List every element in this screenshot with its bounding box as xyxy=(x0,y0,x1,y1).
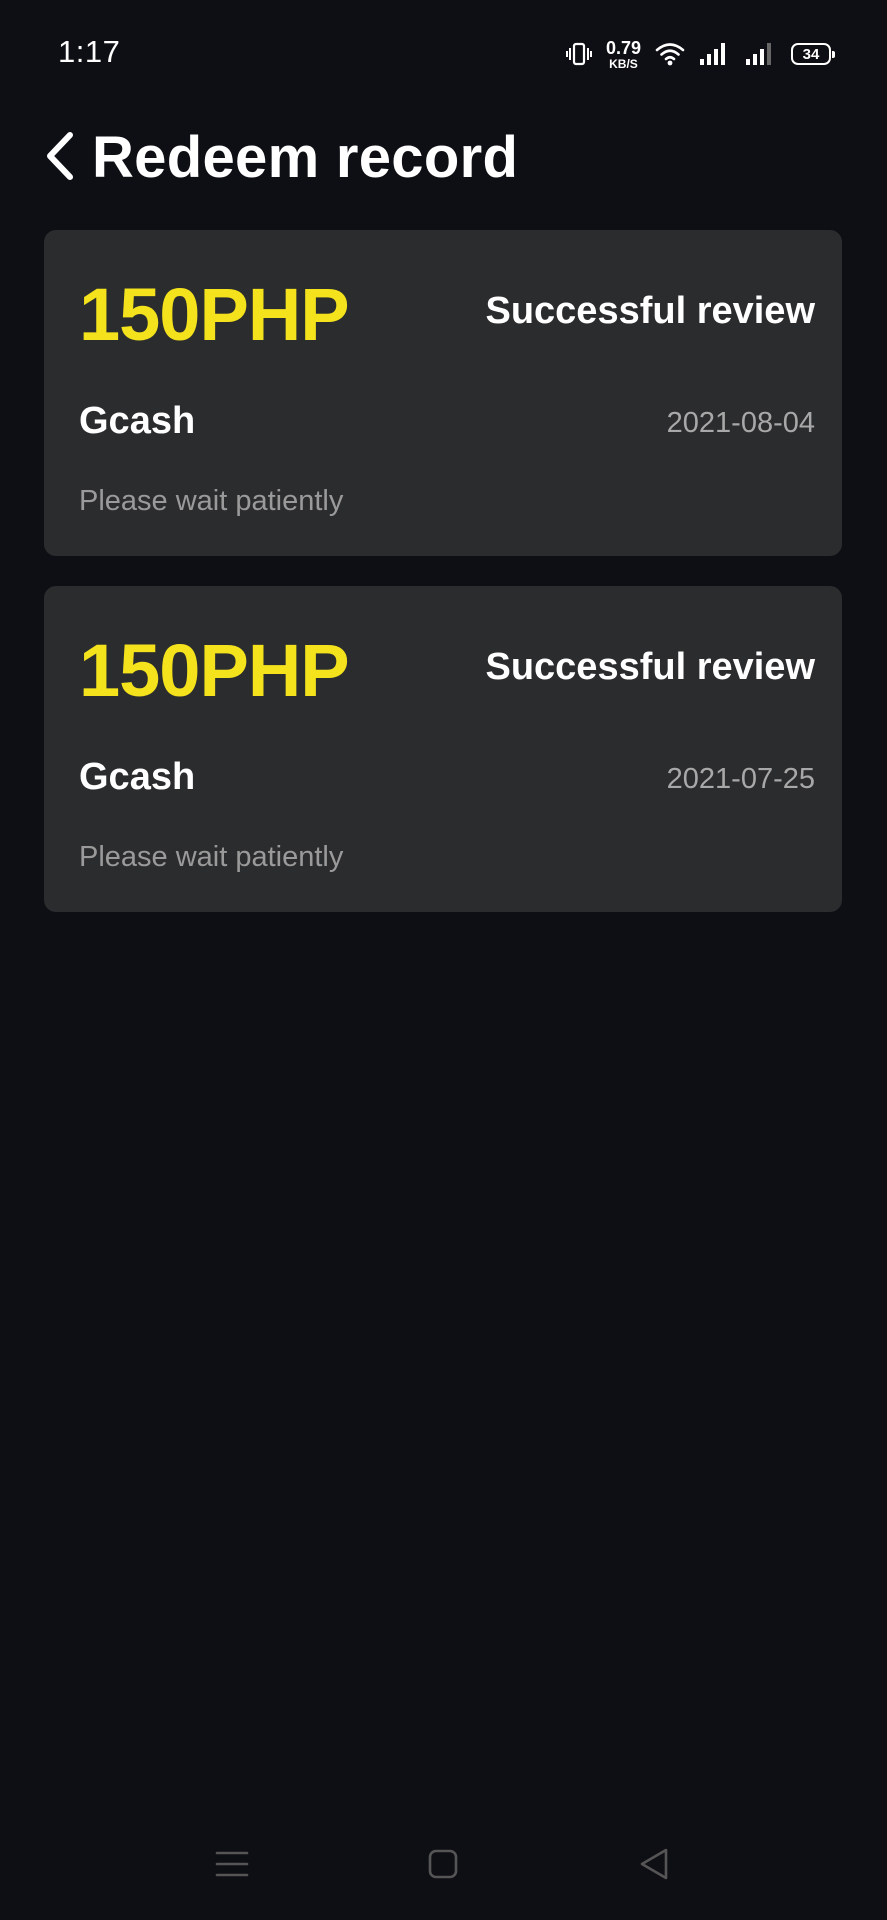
system-navigation-bar xyxy=(0,1830,887,1900)
home-icon xyxy=(427,1848,459,1885)
header: Redeem record xyxy=(0,118,887,198)
record-method: Gcash xyxy=(79,756,196,798)
status-bar: 1:17 0.79 KB/S 34 xyxy=(0,0,887,100)
network-speed: 0.79 KB/S xyxy=(606,39,641,70)
back-triangle-icon xyxy=(638,1847,670,1886)
record-card[interactable]: 150PHP Successful review Gcash 2021-07-2… xyxy=(44,586,842,912)
page-title: Redeem record xyxy=(92,125,519,190)
menu-icon xyxy=(215,1849,249,1884)
redeem-record-list: 150PHP Successful review Gcash 2021-08-0… xyxy=(44,230,842,942)
record-date: 2021-08-04 xyxy=(666,407,815,439)
status-time: 1:17 xyxy=(58,34,121,69)
record-date: 2021-07-25 xyxy=(666,763,815,795)
record-amount: 150PHP xyxy=(79,273,350,356)
status-icons: 0.79 KB/S 34 xyxy=(565,36,835,72)
record-status: Successful review xyxy=(485,646,815,688)
record-note: Please wait patiently xyxy=(79,485,344,517)
vibrate-icon xyxy=(565,41,592,67)
network-speed-unit: KB/S xyxy=(609,56,638,71)
chevron-left-icon xyxy=(44,131,76,186)
record-card[interactable]: 150PHP Successful review Gcash 2021-08-0… xyxy=(44,230,842,556)
wifi-icon xyxy=(655,41,685,67)
signal-icon-sim2 xyxy=(745,42,777,66)
network-speed-value: 0.79 xyxy=(605,37,641,58)
record-note: Please wait patiently xyxy=(79,841,344,873)
record-method: Gcash xyxy=(79,400,196,442)
back-button[interactable] xyxy=(40,130,80,186)
record-amount: 150PHP xyxy=(79,629,350,712)
signal-icon-sim1 xyxy=(699,42,731,66)
recent-apps-button[interactable] xyxy=(210,1844,254,1888)
battery-level: 34 xyxy=(802,45,820,63)
battery-icon: 34 xyxy=(791,43,835,65)
home-button[interactable] xyxy=(421,1844,465,1888)
system-back-button[interactable] xyxy=(632,1844,676,1888)
record-status: Successful review xyxy=(485,290,815,332)
